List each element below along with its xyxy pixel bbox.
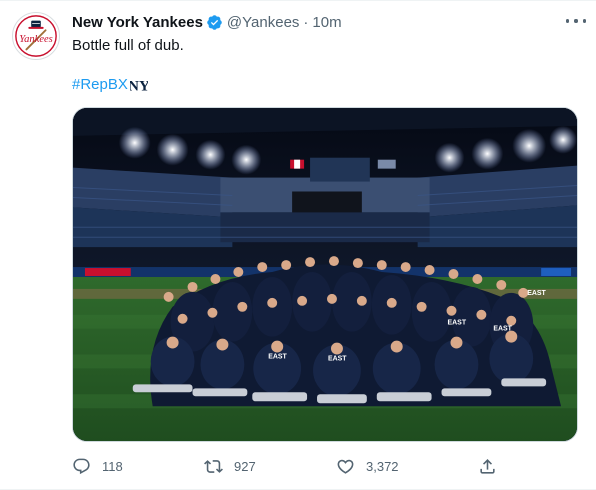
retweet-button[interactable]: 927 (204, 455, 256, 477)
top-divider (0, 0, 596, 1)
reply-icon (73, 458, 90, 474)
shirt-text: EAST (448, 320, 467, 327)
author-handle[interactable]: @Yankees (227, 14, 300, 31)
shirt-text: EAST (328, 355, 347, 362)
hashtag-line: #RepBX NY (72, 75, 150, 95)
tweet-text: Bottle full of dub. (72, 37, 184, 54)
avatar-wordmark: Yankees (19, 34, 53, 45)
more-dot (582, 19, 586, 23)
shirt-text: EAST (268, 354, 287, 361)
shirt-text: EAST (527, 290, 546, 297)
tweet-actions: 118 927 3,372 (72, 455, 502, 477)
author-name[interactable]: New York Yankees (72, 14, 203, 31)
more-icon[interactable] (566, 14, 586, 28)
more-dot (566, 19, 570, 23)
tweet-timestamp[interactable]: 10m (312, 14, 341, 31)
ny-emoji-letters: NY (130, 79, 148, 95)
separator-dot: · (303, 13, 309, 31)
more-dot (574, 19, 578, 23)
verified-badge-icon (206, 14, 223, 31)
share-button[interactable] (478, 455, 497, 477)
avatar[interactable]: Yankees (12, 12, 60, 60)
retweet-count: 927 (234, 458, 256, 474)
tweet-header: New York Yankees @Yankees · 10m (72, 12, 584, 32)
retweet-icon (204, 459, 223, 473)
shirt-text: EAST (493, 326, 512, 333)
like-count: 3,372 (366, 458, 399, 474)
reply-button[interactable]: 118 (72, 455, 123, 477)
stadium-celebration-image: EAST EAST EAST EAST EAST (73, 108, 577, 441)
tweet-photo[interactable]: EAST EAST EAST EAST EAST (72, 107, 578, 442)
reply-count: 118 (102, 458, 123, 474)
yankees-logo-icon: Yankees (13, 13, 59, 59)
ny-emoji-icon: NY (128, 76, 150, 95)
hashtag-link[interactable]: #RepBX (72, 75, 128, 95)
like-icon (337, 459, 354, 474)
like-button[interactable]: 3,372 (336, 455, 399, 477)
share-icon (480, 458, 495, 474)
